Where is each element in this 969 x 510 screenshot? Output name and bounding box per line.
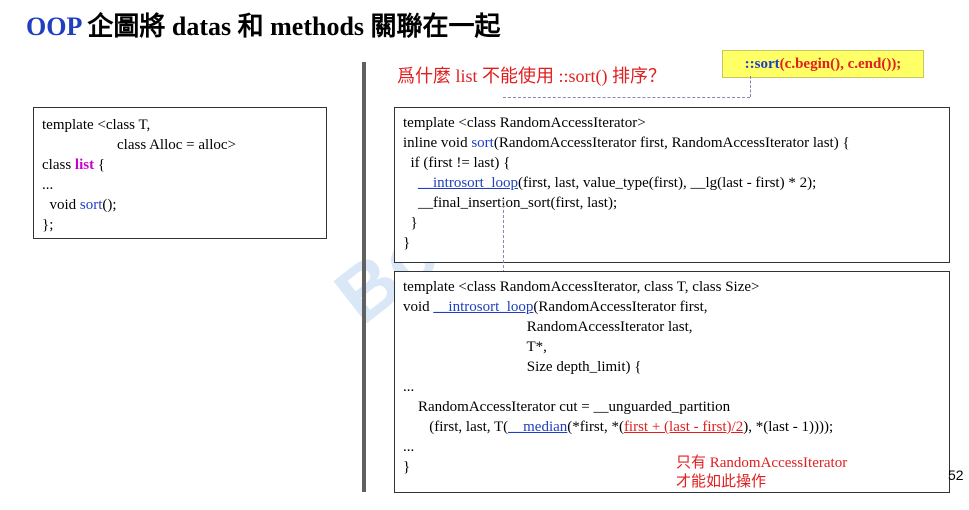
- code-text: void: [403, 299, 434, 315]
- code-line: template <class T,: [42, 117, 151, 133]
- introsort-function: __introsort_loop: [433, 299, 534, 315]
- code-line: void __introsort_loop(RandomAccessIterat…: [403, 297, 949, 317]
- note-line: 只有 RandomAccessIterator: [676, 455, 848, 471]
- callout-connector: [503, 97, 750, 98]
- code-line: class Alloc = alloc>: [42, 137, 236, 153]
- code-line: __final_insertion_sort(first, last);: [403, 195, 618, 211]
- note-line: 才能如此操作: [676, 474, 767, 490]
- callout-func: sort: [754, 55, 780, 72]
- question-text: 爲什麼 list 不能使用 ::sort() 排序？: [397, 66, 666, 86]
- code-line: (first, last, T(__median(*first, *(first…: [403, 417, 949, 437]
- code-text: ();: [102, 197, 117, 213]
- median-call: __median: [508, 419, 568, 435]
- code-text: ), *(last - 1))));: [743, 419, 834, 435]
- title-oop: OOP: [26, 12, 81, 41]
- code-line: Size depth_limit) {: [403, 359, 642, 375]
- code-text: void: [42, 197, 80, 213]
- introsort-call: __introsort_loop: [418, 175, 518, 191]
- list-class-code: template <class T, class Alloc = alloc> …: [33, 107, 327, 239]
- random-access-note: 只有 RandomAccessIterator 才能如此操作: [676, 454, 847, 492]
- code-line: if (first != last) {: [403, 155, 511, 171]
- title-rest: 企圖將 datas 和 methods 關聯在一起: [80, 12, 501, 41]
- code-line: class list {: [42, 155, 326, 175]
- code-line: template <class RandomAccessIterator>: [403, 115, 646, 131]
- code-text: inline void: [403, 135, 472, 151]
- sort-function: sort: [471, 135, 494, 151]
- code-text: class: [42, 157, 75, 173]
- code-text: (RandomAccessIterator first, RandomAcces…: [493, 135, 850, 151]
- callout-args: (c.begin(), c.end());: [779, 55, 902, 72]
- code-line: void sort();: [42, 195, 326, 215]
- page-title: OOP 企圖將 datas 和 methods 關聯在一起: [26, 6, 501, 43]
- code-text: (first, last, value_type(first), __lg(la…: [518, 175, 817, 191]
- page-number: 52: [948, 467, 964, 483]
- code-line: T*,: [403, 339, 547, 355]
- member-sort: sort: [79, 197, 103, 213]
- callout-prefix: ::: [744, 55, 755, 72]
- code-line: }: [403, 235, 411, 251]
- random-access-expression: first + (last - first)/2: [623, 419, 744, 435]
- sort-call-callout: :: sort (c.begin(), c.end());: [722, 50, 924, 78]
- code-line: RandomAccessIterator last,: [403, 319, 693, 335]
- code-line: RandomAccessIterator cut = __unguarded_p…: [403, 399, 731, 415]
- code-line: ...: [403, 379, 415, 395]
- code-line: __introsort_loop(first, last, value_type…: [403, 173, 949, 193]
- code-line: inline void sort(RandomAccessIterator fi…: [403, 133, 949, 153]
- list-keyword: list: [74, 157, 95, 173]
- introsort-loop-code: template <class RandomAccessIterator, cl…: [394, 271, 950, 493]
- code-line: }: [403, 215, 418, 231]
- code-text: (RandomAccessIterator first,: [533, 299, 708, 315]
- code-text: (*first, *(: [567, 419, 624, 435]
- code-line: ...: [42, 177, 54, 193]
- vertical-divider: [362, 62, 366, 492]
- code-text: {: [94, 157, 106, 173]
- callout-connector-vertical: [750, 76, 751, 97]
- global-sort-code: template <class RandomAccessIterator> in…: [394, 107, 950, 263]
- code-text: (first, last, T(: [403, 419, 509, 435]
- code-line: template <class RandomAccessIterator, cl…: [403, 279, 760, 295]
- code-line: };: [42, 217, 54, 233]
